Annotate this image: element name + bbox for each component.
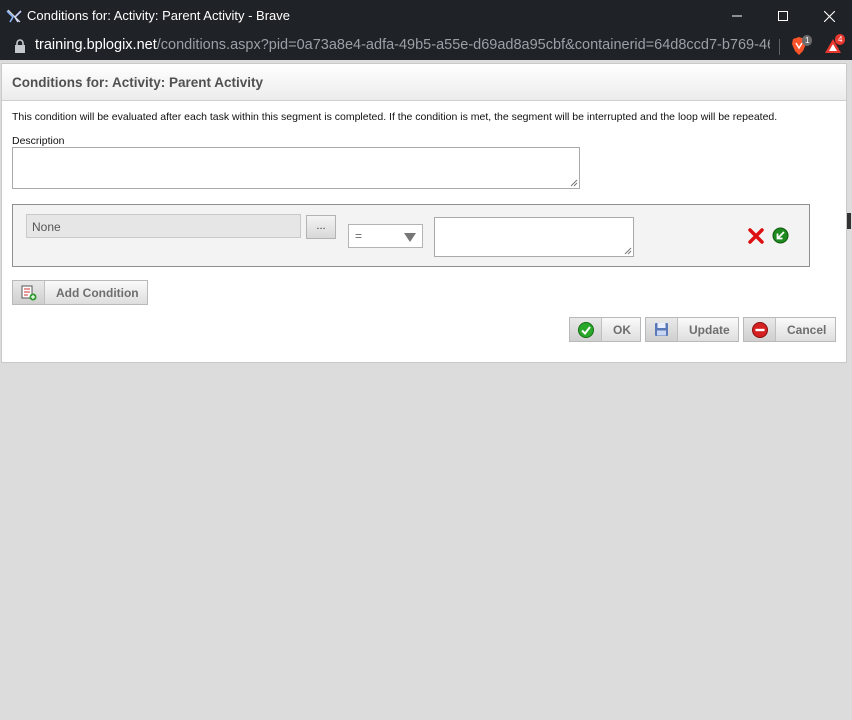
update-button[interactable]: Update bbox=[645, 317, 739, 342]
url-host: training.bplogix.net bbox=[35, 37, 157, 53]
close-window-button[interactable] bbox=[806, 0, 852, 32]
insert-arrow-icon[interactable] bbox=[772, 227, 789, 244]
description-label: Description bbox=[12, 135, 65, 147]
close-icon bbox=[823, 10, 835, 22]
minimize-icon bbox=[732, 15, 742, 17]
operator-select[interactable]: = bbox=[348, 224, 423, 248]
ok-label: OK bbox=[613, 323, 631, 337]
cancel-icon bbox=[751, 321, 768, 338]
update-label: Update bbox=[689, 323, 730, 337]
window-titlebar: Conditions for: Activity: Parent Activit… bbox=[0, 0, 852, 32]
address-bar[interactable]: training.bplogix.net/conditions.aspx?pid… bbox=[0, 32, 852, 60]
cancel-button[interactable]: Cancel bbox=[743, 317, 836, 342]
lock-icon bbox=[15, 39, 25, 53]
ok-button[interactable]: OK bbox=[569, 317, 641, 342]
conditions-dialog: Conditions for: Activity: Parent Activit… bbox=[1, 63, 847, 363]
update-icon-wrap bbox=[646, 318, 678, 341]
app-logo-icon bbox=[6, 9, 22, 23]
operator-value: = bbox=[355, 229, 363, 243]
toolbar-separator bbox=[779, 39, 780, 55]
save-icon bbox=[655, 323, 668, 336]
condition-field-input[interactable]: None bbox=[26, 214, 301, 238]
url-path: /conditions.aspx?pid=0a73a8e4-adfa-49b5-… bbox=[156, 37, 770, 53]
info-text: This condition will be evaluated after e… bbox=[12, 111, 778, 123]
condition-row: None ... = bbox=[12, 204, 810, 267]
maximize-button[interactable] bbox=[760, 0, 806, 32]
ok-icon-wrap bbox=[570, 318, 602, 341]
add-condition-button[interactable]: Add Condition bbox=[12, 280, 148, 305]
check-icon bbox=[577, 321, 594, 338]
description-textarea[interactable] bbox=[12, 147, 580, 189]
url-text[interactable]: training.bplogix.net/conditions.aspx?pid… bbox=[35, 37, 770, 53]
delete-x-icon[interactable] bbox=[748, 228, 764, 244]
dialog-header: Conditions for: Activity: Parent Activit… bbox=[2, 64, 846, 101]
add-condition-icon-wrap bbox=[13, 281, 45, 304]
add-condition-icon bbox=[21, 285, 36, 300]
minimize-button[interactable] bbox=[714, 0, 760, 32]
cancel-icon-wrap bbox=[744, 318, 776, 341]
dialog-title: Conditions for: Activity: Parent Activit… bbox=[12, 75, 264, 90]
resize-grip-icon[interactable] bbox=[570, 179, 578, 187]
resize-grip-icon[interactable] bbox=[624, 247, 632, 255]
condition-value-textarea[interactable] bbox=[434, 217, 634, 257]
cancel-label: Cancel bbox=[787, 323, 827, 337]
brave-rewards-badge: 4 bbox=[835, 34, 846, 45]
brave-shields-badge: 1 bbox=[802, 35, 813, 46]
maximize-icon bbox=[778, 11, 788, 21]
window-title: Conditions for: Activity: Parent Activit… bbox=[27, 8, 290, 23]
field-picker-button[interactable]: ... bbox=[306, 215, 336, 239]
add-condition-label: Add Condition bbox=[56, 286, 139, 300]
scrollbar-marker bbox=[847, 213, 851, 229]
dropdown-arrow-icon bbox=[404, 233, 416, 242]
